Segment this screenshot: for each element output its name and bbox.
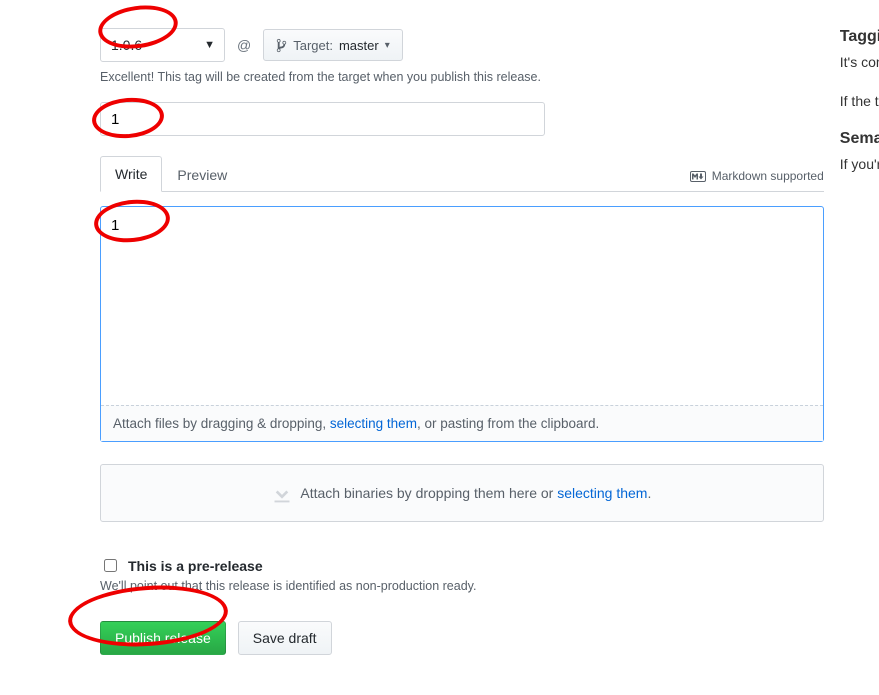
attach-files-hint: Attach files by dragging & dropping, sel… (101, 405, 823, 441)
sidebar-heading-semver: Semantic versioning (840, 130, 879, 148)
sidebar-heading-tagging: Tagging suggestions (840, 28, 879, 46)
download-icon (272, 483, 292, 503)
attach-files-link[interactable]: selecting them (330, 416, 417, 431)
markdown-supported-label: Markdown supported (712, 169, 824, 183)
release-title-input[interactable] (100, 102, 545, 136)
tab-write[interactable]: Write (100, 156, 162, 192)
sidebar-text: If the tag isn't meant for production us… (840, 91, 879, 112)
markdown-supported-link[interactable]: Markdown supported (690, 169, 824, 191)
binaries-select-link[interactable]: selecting them (557, 485, 647, 501)
target-label: Target: (293, 38, 333, 53)
tag-input-wrap[interactable]: ▼ (100, 28, 225, 62)
chevron-down-icon: ▾ (385, 40, 390, 51)
sidebar-text: If you're new to releasing software, we … (840, 154, 879, 175)
binaries-dropzone[interactable]: Attach binaries by dropping them here or… (100, 464, 824, 522)
at-symbol: @ (233, 37, 255, 53)
sidebar-text: It's common practice to prefix your vers… (840, 52, 879, 73)
release-description-textarea[interactable] (101, 207, 823, 402)
prerelease-hint: We'll point out that this release is ide… (100, 579, 824, 593)
tag-hint: Excellent! This tag will be created from… (100, 70, 824, 84)
markdown-icon (690, 171, 706, 182)
sidebar: Tagging suggestions It's common practice… (840, 28, 879, 655)
tag-version-input[interactable] (100, 28, 225, 62)
publish-release-button[interactable]: Publish release (100, 621, 226, 655)
target-branch: master (339, 38, 379, 53)
prerelease-checkbox[interactable] (104, 559, 117, 572)
save-draft-button[interactable]: Save draft (238, 621, 332, 655)
target-branch-button[interactable]: Target: master ▾ (263, 29, 403, 61)
prerelease-label: This is a pre-release (128, 558, 263, 574)
branch-icon (276, 38, 287, 53)
tab-preview[interactable]: Preview (162, 157, 242, 192)
